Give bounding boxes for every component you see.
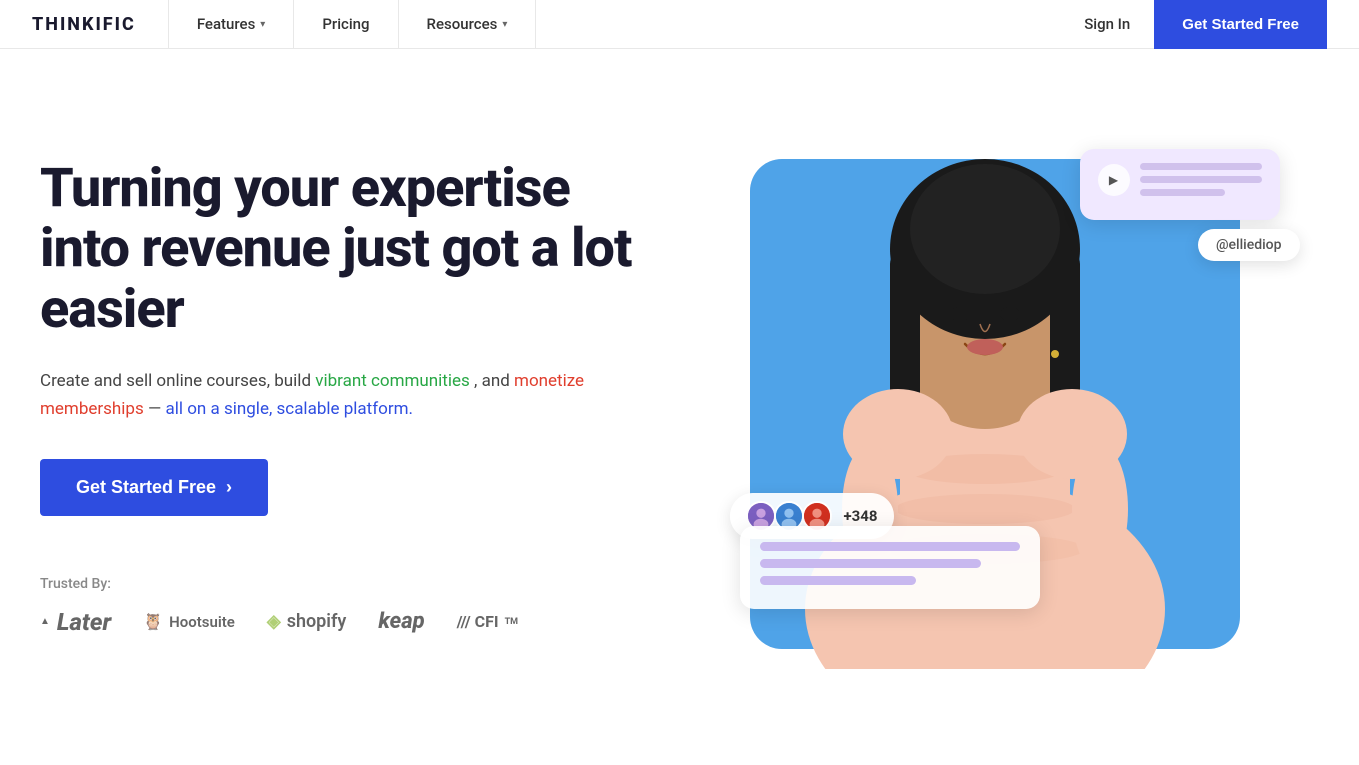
content-bar-1 [760, 542, 1020, 551]
arrow-right-icon: › [226, 477, 232, 498]
logo-keap: keap [378, 609, 424, 634]
hero-subtitle: Create and sell online courses, build vi… [40, 368, 620, 422]
video-card-top: ▶ [1098, 163, 1262, 196]
username-text: @elliediop [1216, 237, 1282, 253]
video-line-2 [1140, 176, 1262, 183]
partner-logos: ▲Later 🦉 Hootsuite ◈ shopify keap /// CF… [40, 608, 660, 636]
content-bar-3 [760, 576, 916, 585]
get-started-nav-button[interactable]: Get Started Free [1154, 0, 1327, 49]
video-line-1 [1140, 163, 1262, 170]
logo-later: ▲Later [40, 608, 111, 636]
logo-cfi: /// CFITM [457, 612, 518, 631]
video-card: ▶ [1080, 149, 1280, 220]
video-lines [1140, 163, 1262, 196]
brand-logo[interactable]: THINKIFIC [32, 14, 136, 35]
logo-hootsuite: 🦉 Hootsuite [143, 612, 235, 631]
video-line-3 [1140, 189, 1225, 196]
hero-title: Turning your expertise into revenue just… [40, 159, 660, 340]
trusted-label: Trusted By: [40, 576, 660, 592]
nav-features[interactable]: Features ▾ [168, 0, 295, 49]
content-bar-2 [760, 559, 981, 568]
hero-section: Turning your expertise into revenue just… [0, 49, 1359, 765]
nav-pricing[interactable]: Pricing [294, 0, 398, 49]
get-started-hero-button[interactable]: Get Started Free › [40, 459, 268, 516]
navbar: THINKIFIC Features ▾ Pricing Resources ▾… [0, 0, 1359, 49]
logo-shopify: ◈ shopify [267, 611, 346, 632]
nav-right: Sign In Get Started Free [1084, 0, 1327, 49]
nav-resources[interactable]: Resources ▾ [399, 0, 537, 49]
hero-left: Turning your expertise into revenue just… [40, 129, 660, 636]
nav-links: Features ▾ Pricing Resources ▾ [168, 0, 1084, 49]
username-bubble: @elliediop [1198, 229, 1300, 261]
trusted-by-section: Trusted By: ▲Later 🦉 Hootsuite ◈ shopify… [40, 576, 660, 636]
hero-image-area: ▶ @elliediop [720, 129, 1280, 689]
chevron-down-icon: ▾ [502, 19, 507, 30]
hero-right: ▶ @elliediop [680, 129, 1319, 709]
content-card [740, 526, 1040, 609]
sign-in-link[interactable]: Sign In [1084, 15, 1130, 33]
avatar-count: +348 [844, 507, 878, 525]
play-button-icon[interactable]: ▶ [1098, 164, 1130, 196]
chevron-down-icon: ▾ [260, 19, 265, 30]
